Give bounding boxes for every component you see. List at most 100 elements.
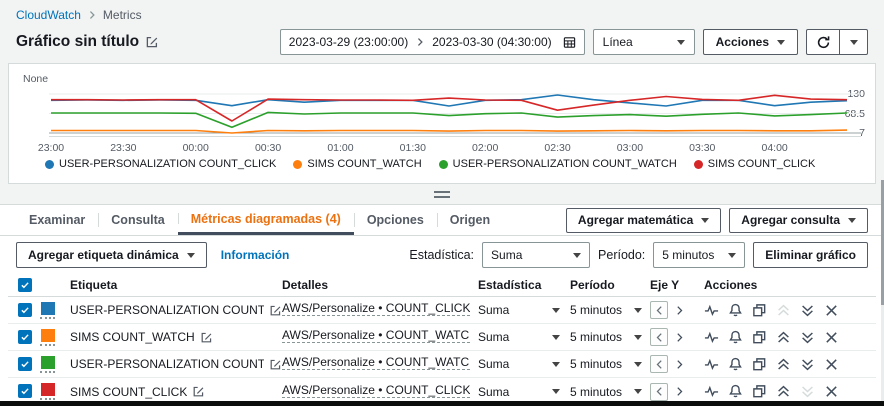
edit-label-icon[interactable]	[192, 385, 205, 398]
refresh-button[interactable]	[807, 30, 839, 54]
row-statistic-dropdown[interactable]: Suma	[478, 303, 570, 317]
edit-label-icon[interactable]	[269, 358, 282, 371]
table-row: USER-PERSONALIZATION COUNT_WA... AWS/Per…	[8, 351, 876, 378]
metric-details[interactable]: AWS/Personalize • COUNT_WATCH • EventAt	[282, 355, 470, 370]
series-color-picker[interactable]	[40, 328, 55, 346]
move-up-icon[interactable]	[776, 303, 791, 318]
row-checkbox[interactable]	[18, 329, 32, 344]
series-color-picker[interactable]	[40, 383, 55, 400]
y-axis-right-button[interactable]	[670, 355, 688, 373]
move-up-icon[interactable]	[776, 330, 791, 345]
details-column-header: Detalles	[282, 278, 329, 292]
metric-details[interactable]: AWS/Personalize • COUNT_CLICK • EventAtt…	[282, 383, 470, 398]
row-period-dropdown[interactable]: 5 minutos	[570, 330, 650, 344]
remove-metric-icon[interactable]	[824, 330, 839, 345]
series-color-picker[interactable]	[40, 301, 55, 319]
add-math-button[interactable]: Agregar matemática	[565, 207, 722, 233]
legend-item[interactable]: SIMS COUNT_WATCH	[293, 158, 422, 170]
graph-metric-icon[interactable]	[704, 330, 719, 345]
graph-metric-icon[interactable]	[704, 357, 719, 372]
page-title: Gráfico sin título	[16, 33, 140, 50]
metric-details[interactable]: AWS/Personalize • COUNT_CLICK • EventAtt…	[282, 301, 470, 316]
tab-examinar[interactable]: Examinar	[16, 205, 98, 235]
chevron-down-icon	[552, 389, 560, 394]
row-period-dropdown[interactable]: 5 minutos	[570, 357, 650, 371]
metric-label: USER-PERSONALIZATION COUNT_CLICK	[70, 303, 264, 317]
row-checkbox[interactable]	[18, 302, 32, 317]
chart-type-value: Línea	[602, 35, 633, 49]
add-dynamic-label-button[interactable]: Agregar etiqueta dinámica	[16, 242, 207, 268]
create-alarm-icon[interactable]	[728, 330, 743, 345]
move-down-icon[interactable]	[800, 384, 815, 399]
row-period-dropdown[interactable]: 5 minutos	[570, 303, 650, 317]
metric-details[interactable]: AWS/Personalize • COUNT_WATCH • EventAt	[282, 328, 470, 343]
edit-label-icon[interactable]	[200, 331, 213, 344]
remove-metric-icon[interactable]	[824, 303, 839, 318]
date-range-chevron-icon	[418, 38, 423, 46]
move-down-icon[interactable]	[800, 357, 815, 372]
select-all-checkbox[interactable]	[18, 277, 32, 292]
tab-origen[interactable]: Origen	[436, 205, 503, 235]
duplicate-icon[interactable]	[752, 357, 767, 372]
series-color-swatch	[40, 383, 55, 396]
info-link[interactable]: Información	[221, 248, 290, 262]
y-axis-right-button[interactable]	[670, 301, 688, 319]
tab-opciones[interactable]: Opciones	[353, 205, 437, 235]
move-up-icon[interactable]	[776, 357, 791, 372]
graph-metric-icon[interactable]	[704, 303, 719, 318]
tab-consulta[interactable]: Consulta	[98, 205, 177, 235]
actions-button[interactable]: Acciones	[702, 29, 798, 55]
legend-label: USER-PERSONALIZATION COUNT_CLICK	[59, 158, 277, 170]
legend-item[interactable]: USER-PERSONALIZATION COUNT_CLICK	[45, 158, 276, 170]
y-axis-left-button[interactable]	[650, 301, 668, 319]
move-up-icon[interactable]	[776, 384, 791, 399]
row-checkbox[interactable]	[18, 356, 32, 371]
add-math-label: Agregar matemática	[577, 213, 694, 227]
metrics-line-chart[interactable]	[49, 90, 861, 140]
breadcrumb-cloudwatch-link[interactable]: CloudWatch	[16, 8, 81, 22]
row-statistic-dropdown[interactable]: Suma	[478, 330, 570, 344]
refresh-options-button[interactable]	[839, 30, 867, 54]
graph-metric-icon[interactable]	[704, 384, 719, 399]
remove-metric-icon[interactable]	[824, 357, 839, 372]
row-statistic-dropdown[interactable]: Suma	[478, 385, 570, 399]
y-axis-right-button[interactable]	[670, 328, 688, 346]
row-statistic-value: Suma	[478, 303, 510, 317]
tab-m-tricas-diagramadas-4[interactable]: Métricas diagramadas (4)	[177, 205, 354, 235]
statistic-select[interactable]: Suma	[482, 242, 591, 268]
y-axis-left-button[interactable]	[650, 328, 668, 346]
y-axis-left-button[interactable]	[650, 355, 668, 373]
move-down-icon[interactable]	[800, 330, 815, 345]
chevron-down-icon	[848, 217, 856, 223]
row-checkbox[interactable]	[18, 384, 32, 398]
duplicate-icon[interactable]	[752, 384, 767, 399]
create-alarm-icon[interactable]	[728, 384, 743, 399]
row-statistic-dropdown[interactable]: Suma	[478, 357, 570, 371]
edit-title-icon[interactable]	[145, 35, 159, 49]
duplicate-icon[interactable]	[752, 330, 767, 345]
y-axis-right-button[interactable]	[670, 383, 688, 401]
remove-metric-icon[interactable]	[824, 384, 839, 399]
create-alarm-icon[interactable]	[728, 357, 743, 372]
chevron-down-icon	[634, 334, 642, 340]
refresh-split-button	[806, 29, 868, 55]
chart-type-select[interactable]: Línea	[592, 29, 695, 55]
row-period-value: 5 minutos	[570, 330, 623, 344]
chevron-down-icon	[634, 361, 642, 367]
period-select[interactable]: 5 minutos	[653, 242, 746, 268]
series-color-picker[interactable]	[40, 355, 55, 373]
series-color-swatch	[40, 355, 55, 369]
delete-graph-button[interactable]: Eliminar gráfico	[753, 242, 868, 268]
y-axis-left-button[interactable]	[650, 382, 668, 401]
legend-item[interactable]: SIMS COUNT_CLICK	[693, 158, 815, 170]
move-down-icon[interactable]	[800, 303, 815, 318]
date-range-picker[interactable]: 2023-03-29 (23:00:00) 2023-03-30 (04:30:…	[279, 29, 585, 55]
duplicate-icon[interactable]	[752, 303, 767, 318]
chevron-down-icon	[186, 252, 195, 258]
legend-item[interactable]: USER-PERSONALIZATION COUNT_WATCH	[438, 158, 677, 170]
resize-handle[interactable]	[434, 190, 450, 198]
edit-label-icon[interactable]	[269, 304, 282, 317]
add-query-button[interactable]: Agregar consulta	[729, 207, 868, 233]
row-period-dropdown[interactable]: 5 minutos	[570, 385, 650, 399]
create-alarm-icon[interactable]	[728, 303, 743, 318]
